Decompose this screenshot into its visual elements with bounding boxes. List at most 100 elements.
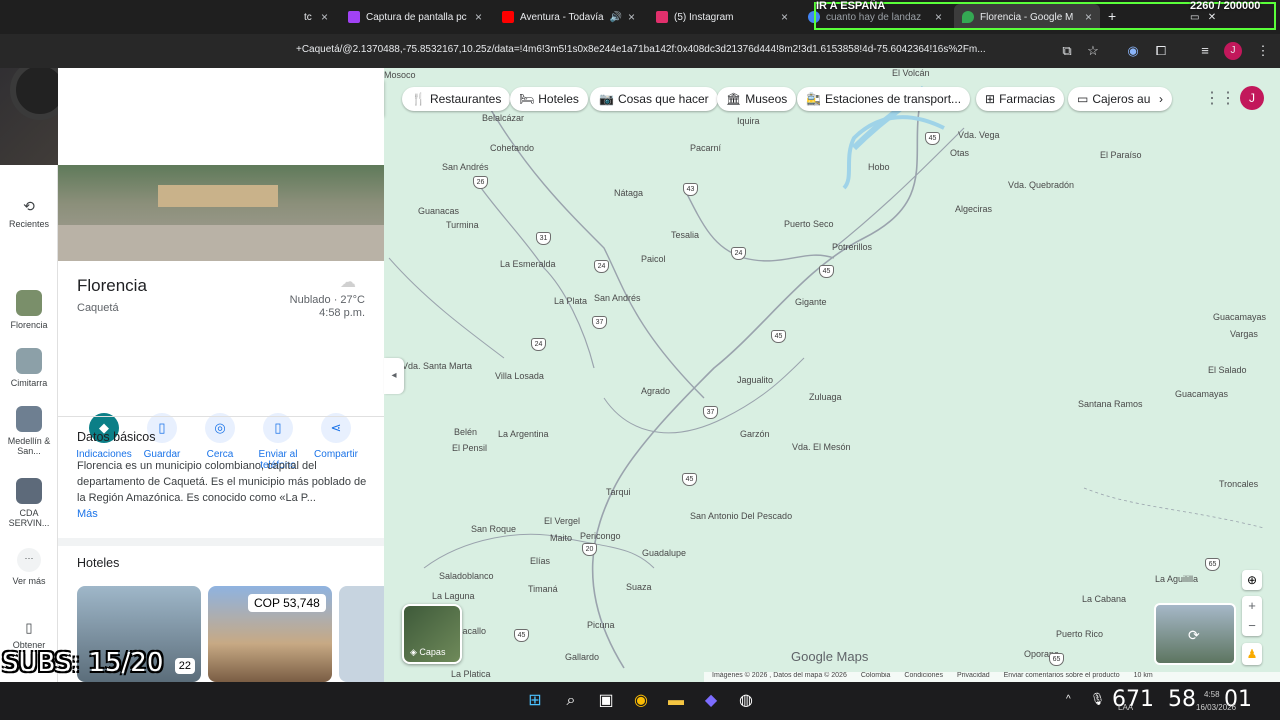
street-view-preview[interactable]: ⟳ <box>1154 603 1236 665</box>
map-place-label[interactable]: Tesalia <box>671 230 699 240</box>
zoom-in-button[interactable]: + <box>1242 596 1262 616</box>
map-place-label[interactable]: Guadalupe <box>642 548 686 558</box>
rail-item-medellin[interactable]: Medellín & San... <box>0 406 58 456</box>
map-place-label[interactable]: Jagualito <box>737 375 773 385</box>
map-place-label[interactable]: Nátaga <box>614 188 643 198</box>
profile-avatar[interactable]: J <box>1224 42 1242 60</box>
map-place-label[interactable]: Tarqui <box>606 487 631 497</box>
tab-6-active[interactable]: Florencia - Google M × <box>954 4 1100 30</box>
close-icon[interactable]: × <box>781 10 788 24</box>
see-more-button[interactable]: ··· Ver más <box>0 548 58 586</box>
rail-item-florencia[interactable]: Florencia <box>0 290 58 330</box>
map-place-label[interactable]: Vda. Santa Marta <box>402 361 472 371</box>
terms-link[interactable]: Condiciones <box>904 672 943 682</box>
feedback-link[interactable]: Enviar comentarios sobre el producto <box>1004 672 1120 682</box>
chip-transit[interactable]: 🚉 Estaciones de transport... <box>797 87 971 111</box>
chip-atm[interactable]: ▭ Cajeros au › <box>1068 87 1172 111</box>
map-place-label[interactable]: La Esmeralda <box>500 259 556 269</box>
map-place-label[interactable]: Elías <box>530 556 550 566</box>
map-place-label[interactable]: San Antonio Del Pescado <box>690 511 792 521</box>
map-place-label[interactable]: La Laguna <box>432 591 475 601</box>
map-place-label[interactable]: Guacamayas <box>1175 389 1228 399</box>
map-place-label[interactable]: Turmina <box>446 220 479 230</box>
tab-4[interactable]: (5) Instagram × <box>648 4 796 30</box>
map-place-label[interactable]: Vda. Quebradón <box>1008 180 1074 190</box>
tray-chevron-icon[interactable]: ^ <box>1066 694 1071 705</box>
map-place-label[interactable]: Villa Losada <box>495 371 544 381</box>
map-place-label[interactable]: Iquira <box>737 116 760 126</box>
map-place-label[interactable]: El Pensil <box>452 443 487 453</box>
map-place-label[interactable]: La Cabana <box>1082 594 1126 604</box>
clock-date[interactable]: 16/03/2026 <box>1196 703 1236 712</box>
map-place-label[interactable]: Suaza <box>626 582 652 592</box>
map-place-label[interactable]: Picuna <box>587 620 615 630</box>
extensions-icon[interactable]: ⧠ <box>1152 42 1170 60</box>
task-view-icon[interactable]: ▣ <box>594 689 618 713</box>
chip-things-to-do[interactable]: 📷 Cosas que hacer <box>590 87 718 111</box>
my-location-icon[interactable]: ⊕ <box>1242 570 1262 590</box>
map-place-label[interactable]: Saladoblanco <box>439 571 494 581</box>
language-indicator[interactable]: LAA <box>1118 703 1133 712</box>
pegman-icon[interactable]: ♟ <box>1242 643 1262 665</box>
map-place-label[interactable]: Guacamayas <box>1213 312 1266 322</box>
close-icon[interactable]: × <box>628 10 635 24</box>
map-place-label[interactable]: Belén <box>454 427 477 437</box>
map-place-label[interactable]: La Aguililla <box>1155 574 1198 584</box>
hotel-card-2[interactable]: COP 53,748 <box>208 586 332 682</box>
file-explorer-icon[interactable]: ▬ <box>664 689 688 713</box>
map-place-label[interactable]: La Platica <box>451 669 491 679</box>
chevron-right-icon[interactable]: › <box>1159 92 1163 106</box>
menu-icon[interactable]: ⋮ <box>1254 42 1272 60</box>
more-link[interactable]: Más <box>77 508 98 520</box>
close-icon[interactable]: × <box>935 10 942 24</box>
map-place-label[interactable]: Garzón <box>740 429 770 439</box>
map-place-label[interactable]: Zuluaga <box>809 392 842 402</box>
map-place-label[interactable]: Vda. El Mesón <box>792 442 851 452</box>
chip-museums[interactable]: 🏛 Museos <box>717 87 797 111</box>
map-place-label[interactable]: Agrado <box>641 386 670 396</box>
map-place-label[interactable]: Puerto Rico <box>1056 629 1103 639</box>
zoom-controls[interactable]: + − <box>1242 596 1262 636</box>
recents-button[interactable]: ⟲ Recientes <box>0 198 58 229</box>
rail-item-cda[interactable]: CDA SERVIN... <box>0 478 58 528</box>
map-place-label[interactable]: Pericongo <box>580 531 621 541</box>
privacy-link[interactable]: Privacidad <box>957 672 990 682</box>
search-icon[interactable]: ⌕ <box>559 689 583 713</box>
country-link[interactable]: Colombia <box>861 672 891 682</box>
map-place-label[interactable]: Maito <box>550 533 572 543</box>
apps-grid-icon[interactable]: ⋮⋮ <box>1204 88 1236 108</box>
extension-active-icon[interactable]: ◉ <box>1124 42 1142 60</box>
media-icon[interactable]: ≡ <box>1196 42 1214 60</box>
map-place-label[interactable]: Hobo <box>868 162 890 172</box>
map-place-label[interactable]: La Plata <box>554 296 587 306</box>
chip-pharmacies[interactable]: ⊞ Farmacias <box>976 87 1065 111</box>
chrome-icon[interactable]: ◉ <box>629 689 653 713</box>
close-icon[interactable]: × <box>475 10 482 24</box>
tab-3[interactable]: Aventura - Todavía 🔊 × <box>494 4 640 30</box>
share-button[interactable]: ⋖ Compartir <box>307 413 365 460</box>
map-place-label[interactable]: San Roque <box>471 524 516 534</box>
rail-item-cimitarra[interactable]: Cimitarra <box>0 348 58 388</box>
map-place-label[interactable]: Gigante <box>795 297 827 307</box>
chip-restaurants[interactable]: 🍴 Restaurantes <box>402 87 511 111</box>
map-place-label[interactable]: El Vergel <box>544 516 580 526</box>
url-field[interactable]: +Caquetá/@2.1370488,-75.8532167,10.25z/d… <box>296 44 1046 55</box>
nearby-button[interactable]: ◎ Cerca <box>191 413 249 460</box>
chip-hotels[interactable]: 🛏 Hoteles <box>510 87 588 111</box>
map-place-label[interactable]: Gallardo <box>565 652 599 662</box>
close-icon[interactable]: × <box>1085 10 1092 24</box>
app-icon[interactable]: ◆ <box>699 689 723 713</box>
map-place-label[interactable]: Pacarní <box>690 143 721 153</box>
tab-2[interactable]: Captura de pantalla pc × <box>340 4 490 30</box>
close-icon[interactable]: × <box>321 10 328 24</box>
map-place-label[interactable]: Cohetando <box>490 143 534 153</box>
map-place-label[interactable]: Guanacas <box>418 206 459 216</box>
map-place-label[interactable]: El Salado <box>1208 365 1247 375</box>
map-place-label[interactable]: Timaná <box>528 584 558 594</box>
map-place-label[interactable]: Vda. Vega <box>958 130 1000 140</box>
layers-button[interactable]: ◈ Capas <box>402 604 462 664</box>
map-place-label[interactable]: San Andrés <box>442 162 489 172</box>
map-place-label[interactable]: El Paraíso <box>1100 150 1142 160</box>
map-place-label[interactable]: Troncales <box>1219 479 1258 489</box>
collapse-panel-button[interactable]: ◂ <box>384 358 404 394</box>
